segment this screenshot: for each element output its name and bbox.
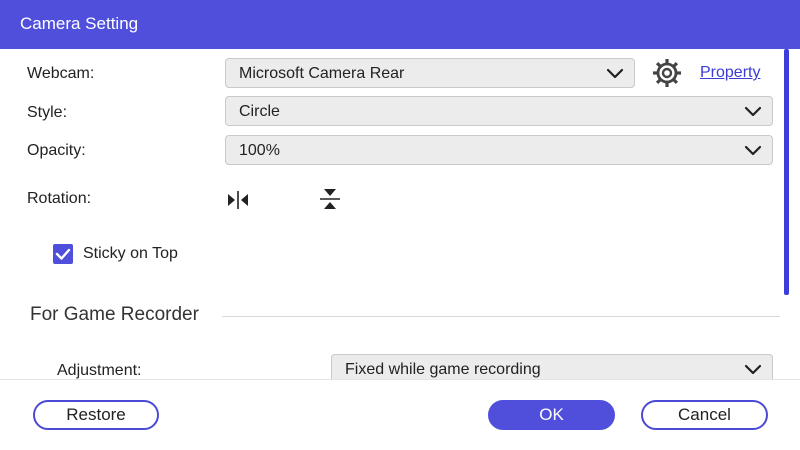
chevron-down-icon bbox=[744, 145, 762, 156]
webcam-select[interactable]: Microsoft Camera Rear bbox=[225, 58, 635, 88]
flip-vertical-icon[interactable] bbox=[319, 187, 341, 211]
settings-panel: Webcam: Microsoft Camera Rear Property S… bbox=[0, 49, 800, 379]
section-divider bbox=[222, 316, 780, 317]
game-recorder-section-title: For Game Recorder bbox=[30, 304, 199, 325]
adjustment-select[interactable]: Fixed while game recording bbox=[331, 354, 773, 379]
restore-button[interactable]: Restore bbox=[33, 400, 159, 430]
ok-button[interactable]: OK bbox=[488, 400, 615, 430]
style-value: Circle bbox=[239, 103, 280, 120]
window-title: Camera Setting bbox=[20, 14, 139, 33]
gear-icon[interactable] bbox=[651, 57, 683, 89]
chevron-down-icon bbox=[744, 106, 762, 117]
rotation-label: Rotation: bbox=[27, 190, 92, 207]
sticky-on-top-label: Sticky on Top bbox=[83, 245, 178, 262]
dialog-footer: Restore OK Cancel bbox=[0, 379, 800, 450]
flip-horizontal-icon[interactable] bbox=[226, 190, 250, 210]
webcam-value: Microsoft Camera Rear bbox=[239, 65, 405, 82]
style-select[interactable]: Circle bbox=[225, 96, 773, 126]
webcam-label: Webcam: bbox=[27, 65, 95, 82]
chevron-down-icon bbox=[606, 68, 624, 79]
adjustment-label: Adjustment: bbox=[57, 362, 142, 379]
opacity-value: 100% bbox=[239, 142, 280, 159]
title-bar: Camera Setting bbox=[0, 0, 800, 49]
scrollbar-thumb[interactable] bbox=[784, 49, 789, 295]
opacity-label: Opacity: bbox=[27, 142, 86, 159]
style-label: Style: bbox=[27, 104, 68, 121]
property-link[interactable]: Property bbox=[700, 64, 760, 82]
cancel-button[interactable]: Cancel bbox=[641, 400, 768, 430]
adjustment-value: Fixed while game recording bbox=[345, 361, 541, 378]
checkmark-icon bbox=[55, 248, 71, 260]
opacity-select[interactable]: 100% bbox=[225, 135, 773, 165]
chevron-down-icon bbox=[744, 364, 762, 375]
sticky-on-top-checkbox[interactable] bbox=[53, 244, 73, 264]
